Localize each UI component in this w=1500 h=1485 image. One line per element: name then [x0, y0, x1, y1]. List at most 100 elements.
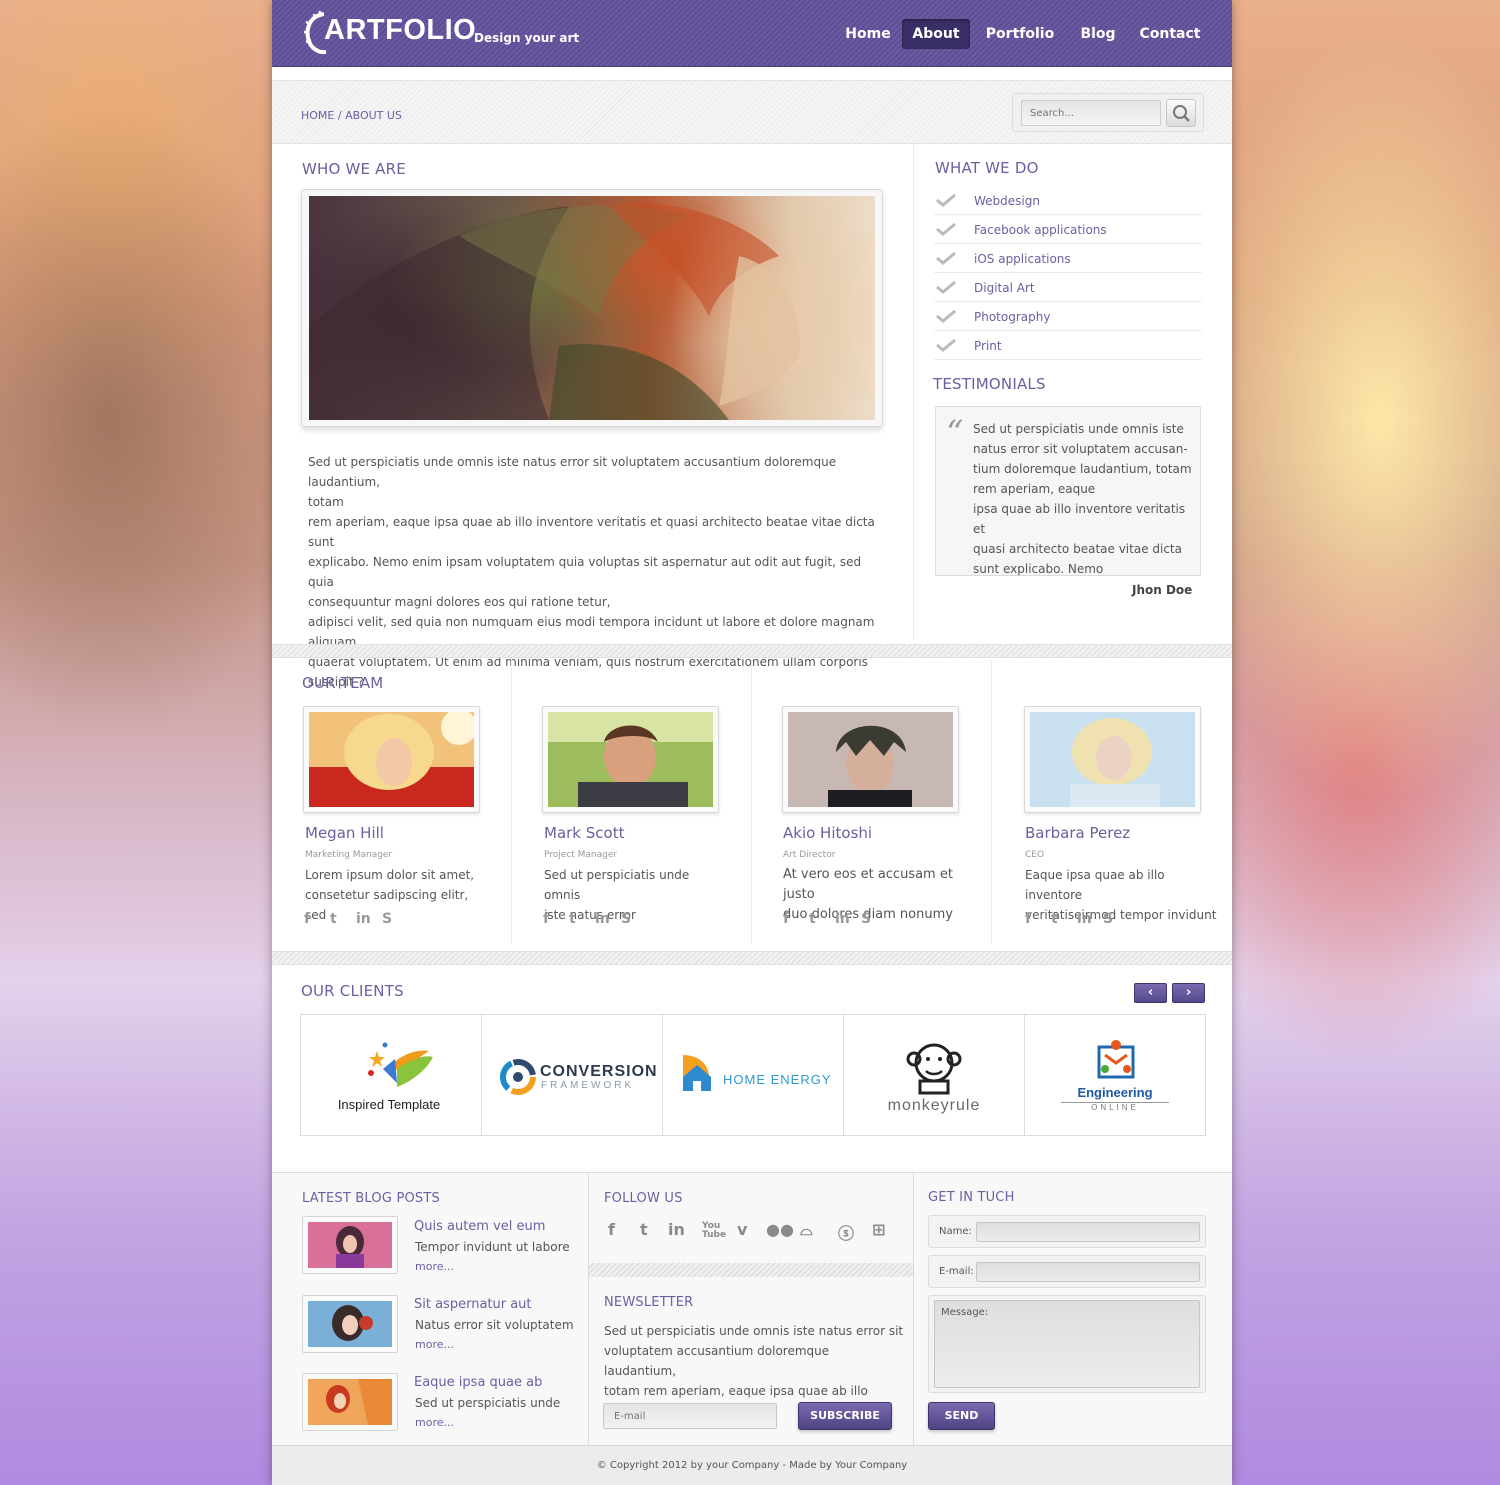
facebook-icon[interactable]: f: [783, 911, 809, 927]
linkedin-icon[interactable]: in: [668, 1220, 685, 1239]
team-member-name[interactable]: Megan Hill: [305, 824, 384, 842]
our-clients-title: OUR CLIENTS: [301, 982, 404, 1000]
service-item[interactable]: Digital Art: [934, 273, 1202, 302]
logo-text[interactable]: ARTFOLIO: [324, 14, 476, 47]
blog-thumb-frame[interactable]: [302, 1373, 398, 1431]
client-logo-engineering-online[interactable]: Engineering ONLINE: [1025, 1015, 1206, 1135]
youtube-icon[interactable]: You Tube: [702, 1222, 726, 1240]
service-item[interactable]: iOS applications: [934, 244, 1202, 273]
team-photo-frame[interactable]: [782, 706, 959, 813]
facebook-icon[interactable]: f: [304, 911, 330, 927]
checkmark-icon: [936, 280, 956, 294]
skype-icon[interactable]: S: [382, 911, 408, 927]
client-logo-text: HOME ENERGY: [723, 1072, 832, 1087]
hero-artwork-image: [309, 196, 875, 420]
twitter-icon[interactable]: t: [640, 1220, 648, 1239]
newsletter-separator: [589, 1263, 913, 1277]
service-label: Digital Art: [974, 281, 1035, 295]
checkmark-icon: [936, 251, 956, 265]
twitter-icon[interactable]: t: [809, 911, 835, 927]
email-field[interactable]: [976, 1262, 1200, 1282]
monkey-logo-icon: [906, 1043, 962, 1095]
what-we-do-title: WHAT WE DO: [935, 159, 1039, 177]
send-button[interactable]: SEND: [928, 1402, 995, 1430]
team-photo-frame[interactable]: [542, 706, 719, 813]
search-button[interactable]: [1166, 99, 1196, 127]
team-member-photo: [309, 712, 474, 807]
myspace-icon[interactable]: ⊞: [872, 1220, 885, 1239]
client-logo-subtext: ONLINE: [1061, 1102, 1169, 1112]
team-member-name[interactable]: Mark Scott: [544, 824, 624, 842]
message-field[interactable]: Message:: [934, 1300, 1200, 1388]
service-label: Print: [974, 339, 1002, 353]
service-item[interactable]: Facebook applications: [934, 215, 1202, 244]
blog-more-link[interactable]: more...: [415, 1260, 454, 1273]
team-member-role: CEO: [1025, 850, 1045, 860]
client-logo-home-energy[interactable]: HOME ENERGY: [663, 1015, 844, 1135]
search-input[interactable]: [1021, 100, 1161, 126]
newsletter-email-input[interactable]: [603, 1403, 777, 1429]
client-logo-conversion-framework[interactable]: CONVERSION FRAMEWORK: [482, 1015, 663, 1135]
blog-post-title[interactable]: Sit aspernatur aut: [414, 1297, 532, 1312]
nav-contact[interactable]: Contact: [1132, 19, 1208, 49]
service-label: iOS applications: [974, 252, 1071, 266]
blog-more-link[interactable]: more...: [415, 1416, 454, 1429]
service-item[interactable]: Photography: [934, 302, 1202, 331]
linkedin-icon[interactable]: in: [835, 911, 861, 927]
blog-thumb-frame[interactable]: [302, 1216, 398, 1274]
service-item[interactable]: Print: [934, 331, 1202, 360]
blog-post-thumbnail: [308, 1379, 392, 1425]
blog-post-title[interactable]: Eaque ipsa quae ab: [414, 1375, 542, 1390]
copyright-text: © Copyright 2012 by your Company - Made …: [596, 1460, 908, 1471]
team-member-photo: [788, 712, 953, 807]
delicious-icon[interactable]: ⌓: [800, 1220, 813, 1240]
client-logo-text: Inspired Template: [337, 1097, 441, 1112]
service-item[interactable]: Webdesign: [934, 186, 1202, 215]
vimeo-icon[interactable]: v: [737, 1220, 747, 1239]
name-field[interactable]: [976, 1222, 1200, 1242]
team-desc-line: Eaque ipsa quae ab illo inventore: [1025, 868, 1165, 902]
facebook-icon[interactable]: f: [1025, 911, 1051, 927]
nav-blog[interactable]: Blog: [1072, 19, 1124, 49]
service-label: Photography: [974, 310, 1051, 324]
team-member-card: Mark Scott Project Manager Sed ut perspi…: [512, 659, 752, 944]
nav-portfolio[interactable]: Portfolio: [978, 19, 1062, 49]
blog-post-title[interactable]: Quis autem vel eum: [414, 1219, 545, 1234]
skype-icon[interactable]: S: [861, 911, 887, 927]
team-member-name[interactable]: Akio Hitoshi: [783, 824, 872, 842]
blog-post-excerpt: Sed ut perspiciatis unde: [415, 1396, 561, 1410]
social-icons: f t in You Tube v ●● ⌓ ⓢ ⊞: [604, 1220, 904, 1244]
team-social-links: f t in S: [543, 911, 647, 927]
client-logo-inspired-template[interactable]: Inspired Template: [301, 1015, 482, 1135]
linkedin-icon[interactable]: in: [1077, 911, 1103, 927]
flickr-icon[interactable]: ●●: [766, 1220, 794, 1239]
nav-home[interactable]: Home: [827, 19, 909, 49]
linkedin-icon[interactable]: in: [595, 911, 621, 927]
client-logo-monkeyrule[interactable]: monkeyrule: [844, 1015, 1025, 1135]
search-box: [1012, 93, 1204, 132]
blog-more-link[interactable]: more...: [415, 1338, 454, 1351]
linkedin-icon[interactable]: in: [356, 911, 382, 927]
skype-icon[interactable]: S: [621, 911, 647, 927]
twitter-icon[interactable]: t: [1051, 911, 1077, 927]
page-container: ARTFOLIO Design your art Home About Port…: [272, 0, 1232, 1485]
newsletter-line: Sed ut perspiciatis unde omnis iste natu…: [604, 1324, 904, 1338]
clients-prev-button[interactable]: ‹: [1134, 983, 1167, 1003]
breadcrumb[interactable]: HOME / ABOUT US: [301, 109, 402, 122]
skype-icon[interactable]: S: [1103, 911, 1129, 927]
newsletter-title: NEWSLETTER: [604, 1295, 694, 1310]
stumbleupon-icon[interactable]: ⓢ: [838, 1220, 854, 1244]
blog-thumb-frame[interactable]: [302, 1295, 398, 1353]
subscribe-button[interactable]: SUBSCRIBE: [798, 1402, 892, 1430]
clients-next-button[interactable]: ›: [1172, 983, 1205, 1003]
twitter-icon[interactable]: t: [569, 911, 595, 927]
facebook-icon[interactable]: f: [608, 1220, 615, 1239]
team-photo-frame[interactable]: [303, 706, 480, 813]
team-member-name[interactable]: Barbara Perez: [1025, 824, 1130, 842]
team-member-card: Akio Hitoshi Art Director At vero eos et…: [752, 659, 992, 944]
email-row: E-mail:: [928, 1255, 1206, 1288]
twitter-icon[interactable]: t: [330, 911, 356, 927]
nav-about[interactable]: About: [902, 19, 970, 49]
facebook-icon[interactable]: f: [543, 911, 569, 927]
team-photo-frame[interactable]: [1024, 706, 1201, 813]
